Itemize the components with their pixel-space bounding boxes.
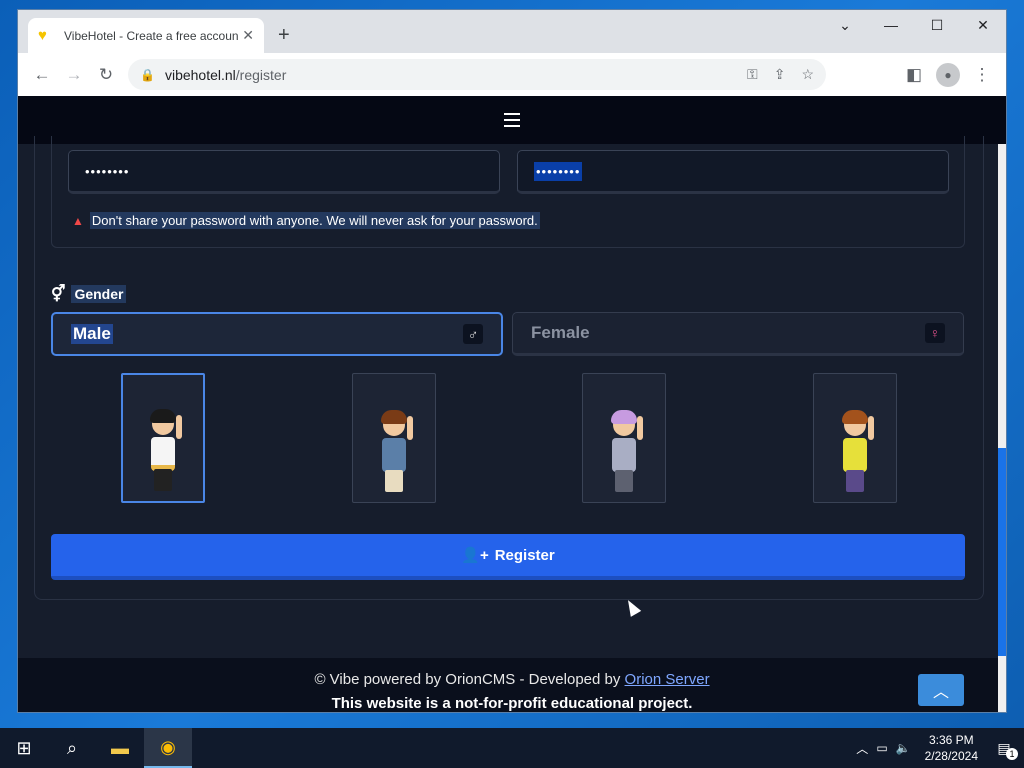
gender-female-label: Female bbox=[531, 323, 590, 342]
search-icon[interactable]: ⌕ bbox=[48, 728, 96, 768]
register-card: •••••••• •••••••• ▲ Don't share your pas… bbox=[34, 136, 984, 600]
volume-muted-icon[interactable]: 🔈 bbox=[896, 741, 911, 755]
start-windows-icon[interactable]: ⊞ bbox=[0, 728, 48, 768]
avatar-option-3[interactable] bbox=[582, 373, 666, 503]
clock-date: 2/28/2024 bbox=[924, 749, 978, 763]
back-to-top-button[interactable]: ︿ bbox=[918, 674, 964, 706]
venus-mars-icon: ⚥ bbox=[51, 286, 66, 303]
close-tab-icon[interactable]: ✕ bbox=[242, 27, 254, 44]
password-confirm-value: •••••••• bbox=[534, 161, 583, 181]
password-input[interactable]: •••••••• bbox=[68, 150, 500, 194]
password-warning-text: Don't share your password with anyone. W… bbox=[89, 212, 540, 229]
gender-label: Gender bbox=[71, 285, 127, 303]
page-content: •••••••• •••••••• ▲ Don't share your pas… bbox=[18, 96, 1006, 712]
menu-kebab-icon[interactable]: ⋮ bbox=[966, 59, 998, 91]
windows-taskbar: ⊞ ⌕ ▬ ◉ ︿ ▭ 🔈 3:36 PM 2/28/2024 ▤ 1 bbox=[0, 728, 1024, 768]
footer-credits: © Vibe powered by OrionCMS - Developed b… bbox=[18, 668, 1006, 692]
key-icon[interactable]: ⚿ bbox=[747, 66, 758, 83]
maximize-button[interactable]: ☐ bbox=[914, 10, 960, 40]
share-icon[interactable]: ⇪ bbox=[774, 66, 786, 83]
password-section: •••••••• •••••••• ▲ Don't share your pas… bbox=[51, 136, 965, 248]
avatar-figure bbox=[146, 405, 182, 495]
address-bar[interactable]: 🔒 vibehotel.nl/register ⚿ ⇪ ☆ bbox=[128, 59, 826, 90]
omnibox-actions: ⚿ ⇪ ☆ bbox=[747, 66, 814, 83]
file-explorer-icon[interactable]: ▬ bbox=[96, 728, 144, 768]
orion-server-link[interactable]: Orion Server bbox=[625, 671, 710, 688]
tab-bar: ♥ VibeHotel - Create a free account ✕ + … bbox=[18, 10, 1006, 53]
avatar-figure bbox=[607, 406, 643, 496]
gender-female-option[interactable]: Female ♀ bbox=[512, 312, 964, 356]
avatar-figure bbox=[838, 406, 874, 496]
lock-icon[interactable]: 🔒 bbox=[140, 68, 155, 82]
gender-male-option[interactable]: Male ♂ bbox=[51, 312, 503, 356]
register-button[interactable]: 👤+ Register bbox=[51, 534, 965, 580]
notification-icon[interactable]: ▤ 1 bbox=[992, 736, 1018, 760]
window-controls: ⌄ — ☐ ✕ bbox=[822, 10, 1006, 40]
mars-icon: ♂ bbox=[463, 324, 483, 344]
notification-count: 1 bbox=[1006, 748, 1018, 760]
close-window-button[interactable]: ✕ bbox=[960, 10, 1006, 40]
scrollbar-thumb[interactable] bbox=[998, 448, 1006, 656]
browser-window: ♥ VibeHotel - Create a free account ✕ + … bbox=[18, 10, 1006, 712]
profile-avatar[interactable]: ● bbox=[936, 63, 960, 87]
password-confirm-input[interactable]: •••••••• bbox=[517, 150, 949, 194]
avatar-option-2[interactable] bbox=[352, 373, 436, 503]
toolbar-right: ◧ ● ⋮ bbox=[898, 59, 998, 91]
site-footer: © Vibe powered by OrionCMS - Developed b… bbox=[18, 658, 1006, 712]
chrome-taskbar-icon[interactable]: ◉ bbox=[144, 728, 192, 768]
hamburger-menu-icon[interactable] bbox=[504, 113, 520, 127]
avatar-option-4[interactable] bbox=[813, 373, 897, 503]
side-panel-icon[interactable]: ◧ bbox=[898, 59, 930, 91]
gender-male-label: Male bbox=[71, 324, 113, 344]
forward-button[interactable]: → bbox=[58, 59, 90, 91]
url-host: vibehotel.nl bbox=[164, 66, 236, 83]
system-tray: ︿ ▭ 🔈 3:36 PM 2/28/2024 ▤ 1 bbox=[856, 732, 1024, 764]
avatar-option-1[interactable] bbox=[121, 373, 205, 503]
clock-time: 3:36 PM bbox=[928, 733, 974, 747]
browser-toolbar: ← → ↻ 🔒 vibehotel.nl/register ⚿ ⇪ ☆ ◧ ● … bbox=[18, 53, 1006, 96]
password-warning: ▲ Don't share your password with anyone.… bbox=[72, 212, 540, 229]
footer-credits-text: © Vibe powered by OrionCMS - Developed b… bbox=[314, 671, 625, 688]
network-icon[interactable]: ▭ bbox=[876, 741, 887, 755]
back-button[interactable]: ← bbox=[26, 59, 58, 91]
avatar-picker bbox=[51, 373, 965, 503]
footer-notice: This website is a not-for-profit educati… bbox=[331, 695, 693, 712]
minimize-button[interactable]: — bbox=[868, 10, 914, 40]
avatar-figure bbox=[377, 406, 413, 496]
tab-title: VibeHotel - Create a free account bbox=[64, 28, 238, 43]
heart-icon: ♥ bbox=[38, 26, 47, 44]
user-plus-icon: 👤+ bbox=[461, 547, 489, 564]
bookmark-star-icon[interactable]: ☆ bbox=[801, 66, 814, 83]
venus-icon: ♀ bbox=[925, 323, 945, 343]
url-path: /register bbox=[235, 66, 287, 83]
register-label: Register bbox=[494, 546, 555, 564]
new-tab-button[interactable]: + bbox=[278, 24, 290, 46]
clock[interactable]: 3:36 PM 2/28/2024 bbox=[925, 732, 978, 764]
browser-tab[interactable]: ♥ VibeHotel - Create a free account ✕ bbox=[28, 18, 264, 53]
chevron-up-icon[interactable]: ︿ bbox=[856, 740, 868, 757]
reload-button[interactable]: ↻ bbox=[90, 59, 122, 91]
gender-heading: ⚥ Gender bbox=[51, 284, 127, 304]
tab-search-icon[interactable]: ⌄ bbox=[822, 10, 868, 40]
warning-triangle-icon: ▲ bbox=[72, 213, 84, 228]
